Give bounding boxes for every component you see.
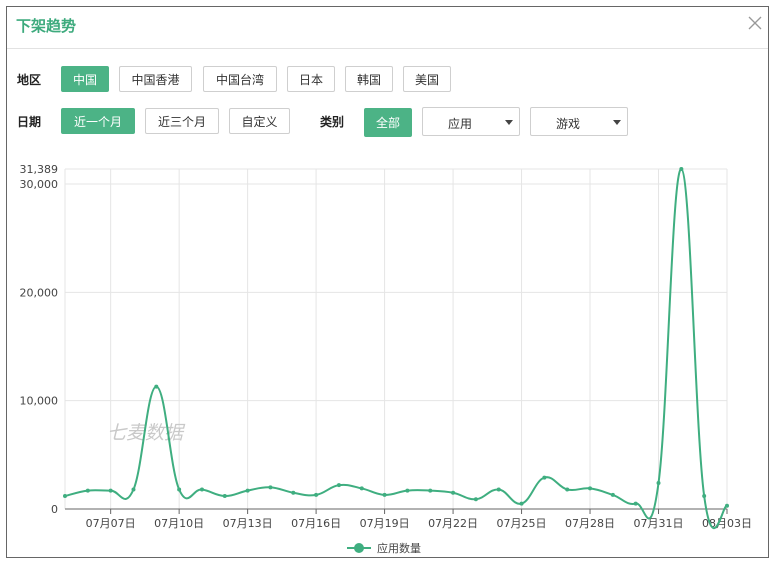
x-tick-label: 07月25日 <box>497 517 547 530</box>
y-tick-label: 0 <box>51 503 58 516</box>
data-point[interactable] <box>314 492 319 497</box>
chart-legend[interactable]: 应用数量 <box>347 541 421 555</box>
data-point[interactable] <box>725 503 729 508</box>
data-point[interactable] <box>542 475 547 480</box>
data-point[interactable] <box>565 487 570 492</box>
data-point[interactable] <box>588 486 593 491</box>
data-point[interactable] <box>131 487 136 492</box>
data-point[interactable] <box>63 494 67 499</box>
legend-label: 应用数量 <box>377 541 421 555</box>
x-tick-label: 07月28日 <box>565 517 615 530</box>
data-point[interactable] <box>473 497 478 502</box>
x-tick-label: 07月13日 <box>223 517 273 530</box>
data-point[interactable] <box>222 494 227 499</box>
data-point[interactable] <box>268 485 273 490</box>
data-point[interactable] <box>245 488 250 493</box>
data-point[interactable] <box>108 488 113 493</box>
data-point[interactable] <box>336 483 341 488</box>
chart-axes: 0 10,000 20,000 30,000 31,389 07月07日 07月10日 07月… <box>20 163 753 530</box>
x-tick-label: 07月10日 <box>154 517 204 530</box>
chart-grid <box>64 168 728 510</box>
y-tick-label: 31,389 <box>20 163 59 176</box>
data-point[interactable] <box>519 501 524 506</box>
data-point[interactable] <box>656 481 661 486</box>
data-point[interactable] <box>405 488 410 493</box>
data-point[interactable] <box>428 488 433 493</box>
data-point[interactable] <box>451 490 456 495</box>
data-point[interactable] <box>359 486 364 491</box>
data-point[interactable] <box>85 488 90 493</box>
y-tick-label: 20,000 <box>20 286 59 299</box>
data-point[interactable] <box>177 487 182 492</box>
series-line <box>64 167 728 530</box>
x-tick-label: 07月16日 <box>291 517 341 530</box>
data-point[interactable] <box>702 494 707 499</box>
data-point[interactable] <box>382 492 387 497</box>
x-tick-label: 07月19日 <box>360 517 410 530</box>
series-points <box>63 167 729 508</box>
data-point[interactable] <box>154 384 159 389</box>
data-point[interactable] <box>199 487 204 492</box>
data-point[interactable] <box>633 501 638 506</box>
trend-chart: 七麦数据 010,00020,00030,00031,38907月07日 07月1… <box>20 163 753 555</box>
x-tick-label: 07月07日 <box>86 517 136 530</box>
y-tick-label: 10,000 <box>20 395 59 408</box>
x-tick-label: 07月31日 <box>634 517 684 530</box>
data-point[interactable] <box>679 167 684 171</box>
data-point[interactable] <box>291 490 296 495</box>
y-tick-label: 30,000 <box>20 178 59 191</box>
legend-marker <box>354 543 364 553</box>
data-point[interactable] <box>496 487 501 492</box>
data-point[interactable] <box>610 492 615 497</box>
x-tick-label: 07月22日 <box>428 517 478 530</box>
